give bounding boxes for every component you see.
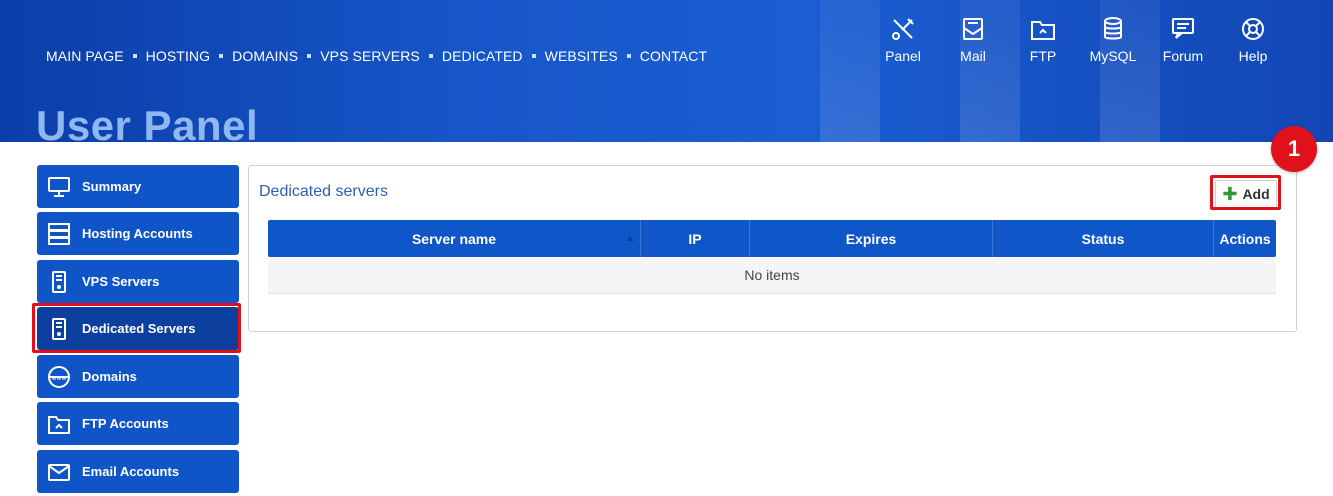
quick-link-label: Help: [1238, 48, 1268, 64]
sidebar-item-label: Dedicated Servers: [82, 321, 196, 336]
header-background-decoration: [820, 0, 880, 142]
quick-link-help[interactable]: Help: [1223, 16, 1283, 64]
server-stack-icon: [46, 221, 72, 247]
quick-link-label: FTP: [1029, 48, 1057, 64]
plus-icon: ✚: [1222, 184, 1238, 204]
lifebuoy-icon: [1242, 18, 1264, 40]
servers-table: Server name IP Expires Status Actions No…: [268, 220, 1276, 294]
column-header-label: Server name: [411, 230, 497, 247]
nav-main-page[interactable]: MAIN PAGE: [46, 48, 124, 64]
sidebar-item-vps-servers[interactable]: VPS Servers: [37, 260, 239, 303]
quick-link-ftp[interactable]: FTP: [1013, 16, 1073, 64]
panel-title: Dedicated servers: [259, 183, 388, 200]
nav-separator: [219, 54, 224, 58]
main-nav: MAIN PAGE HOSTING DOMAINS VPS SERVERS DE…: [46, 48, 707, 64]
column-header-actions: Actions: [1214, 220, 1276, 257]
forum-icon: [1172, 18, 1194, 39]
page-title: User Panel: [36, 102, 259, 149]
nav-hosting[interactable]: HOSTING: [146, 48, 210, 64]
empty-message: No items: [744, 267, 800, 283]
sidebar-item-summary[interactable]: Summary: [37, 165, 239, 208]
nav-domains[interactable]: DOMAINS: [232, 48, 298, 64]
sidebar-item-dedicated-servers[interactable]: Dedicated Servers: [37, 307, 239, 350]
database-icon: [1104, 17, 1122, 40]
column-header-label: IP: [688, 230, 702, 247]
quick-link-forum[interactable]: Forum: [1153, 16, 1213, 64]
sidebar-item-label: Summary: [82, 179, 142, 194]
server-tower-icon: [46, 269, 72, 295]
nav-contact[interactable]: CONTACT: [640, 48, 707, 64]
sidebar-item-label: Email Accounts: [82, 464, 180, 479]
nav-vps-servers[interactable]: VPS SERVERS: [320, 48, 420, 64]
sidebar-item-label: Domains: [82, 369, 137, 384]
table-header: Server name IP Expires Status Actions: [268, 220, 1276, 257]
ftp-folder-icon: [1031, 21, 1055, 40]
server-tower-icon: [46, 316, 72, 342]
nav-websites[interactable]: WEBSITES: [545, 48, 618, 64]
sidebar-item-label: Hosting Accounts: [82, 226, 193, 241]
column-header-label: Expires: [845, 230, 897, 247]
sidebar-item-label: FTP Accounts: [82, 416, 169, 431]
ftp-folder-icon: [46, 411, 72, 437]
quick-link-mail[interactable]: Mail: [943, 16, 1003, 64]
quick-link-label: Forum: [1162, 48, 1204, 64]
sidebar-item-ftp-accounts[interactable]: FTP Accounts: [37, 402, 239, 445]
quick-link-label: MySQL: [1089, 48, 1137, 64]
quick-link-panel[interactable]: Panel: [873, 16, 933, 64]
nav-separator: [626, 54, 631, 58]
quick-link-label: Panel: [885, 48, 921, 64]
sidebar-item-label: VPS Servers: [82, 274, 160, 289]
nav-separator: [531, 54, 536, 58]
nav-separator: [428, 54, 433, 58]
column-header-server-name[interactable]: Server name: [268, 220, 641, 257]
column-header-status[interactable]: Status: [993, 220, 1214, 257]
nav-separator: [307, 54, 312, 58]
empty-table-row: No items: [268, 257, 1276, 294]
www-globe-icon: www: [46, 364, 72, 390]
add-button[interactable]: ✚ Add: [1215, 180, 1277, 208]
svg-text:www: www: [52, 375, 67, 382]
column-header-label: Status: [1081, 230, 1125, 247]
sort-asc-icon: [626, 236, 634, 241]
add-button-label: Add: [1242, 186, 1270, 202]
column-header-ip[interactable]: IP: [641, 220, 750, 257]
nav-separator: [132, 54, 137, 58]
step-badge: 1: [1271, 126, 1317, 172]
sidebar-item-domains[interactable]: www Domains: [37, 355, 239, 398]
quick-link-label: Mail: [960, 48, 986, 64]
monitor-icon: [46, 174, 72, 200]
tools-icon: [892, 18, 914, 40]
sidebar-item-email-accounts[interactable]: Email Accounts: [37, 450, 239, 493]
nav-dedicated[interactable]: DEDICATED: [442, 48, 523, 64]
column-header-expires[interactable]: Expires: [750, 220, 993, 257]
mail-icon: [963, 18, 983, 40]
column-header-label: Actions: [1219, 230, 1271, 247]
quick-link-mysql[interactable]: MySQL: [1083, 16, 1143, 64]
email-icon: [46, 459, 72, 485]
sidebar-item-hosting-accounts[interactable]: Hosting Accounts: [37, 212, 239, 255]
